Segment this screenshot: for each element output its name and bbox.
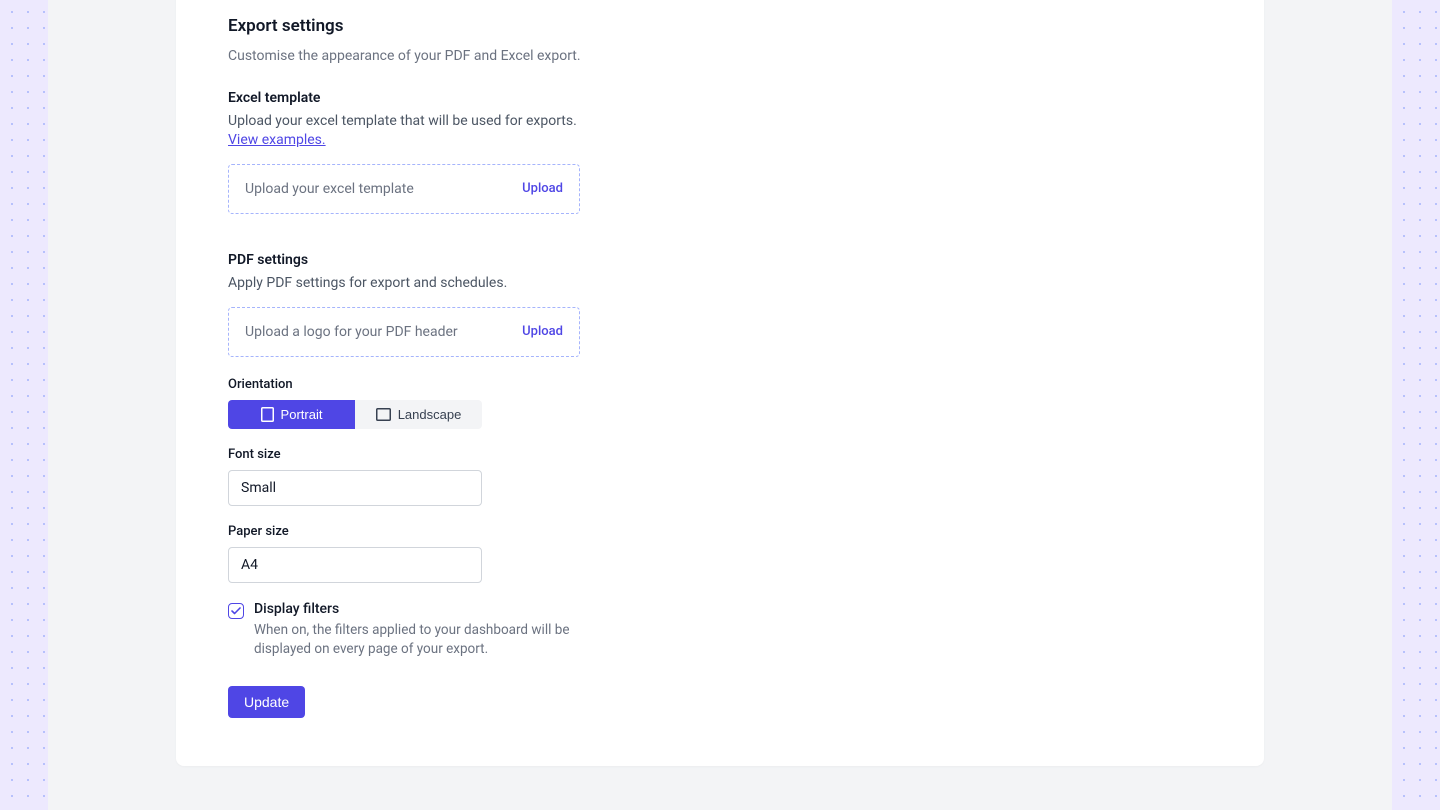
excel-template-desc-text: Upload your excel template that will be … (228, 113, 577, 129)
display-filters-desc: When on, the filters applied to your das… (254, 621, 588, 659)
orientation-landscape-button[interactable]: Landscape (355, 400, 482, 429)
pdf-settings-title: PDF settings (228, 252, 1212, 268)
orientation-portrait-button[interactable]: Portrait (228, 400, 355, 429)
landscape-icon (376, 408, 391, 421)
pdf-logo-upload-placeholder: Upload a logo for your PDF header (245, 324, 458, 340)
export-settings-title: Export settings (228, 16, 1212, 36)
excel-template-desc: Upload your excel template that will be … (228, 112, 1212, 150)
orientation-landscape-label: Landscape (398, 407, 462, 422)
update-button[interactable]: Update (228, 686, 305, 718)
pdf-logo-upload-button[interactable]: Upload (522, 324, 563, 339)
papersize-label: Paper size (228, 524, 1212, 539)
excel-template-title: Excel template (228, 90, 1212, 106)
view-examples-link[interactable]: View examples. (228, 132, 326, 148)
export-settings-desc: Customise the appearance of your PDF and… (228, 48, 1212, 64)
excel-upload-button[interactable]: Upload (522, 181, 563, 196)
excel-upload-placeholder: Upload your excel template (245, 181, 414, 197)
papersize-select[interactable]: A4 (228, 547, 482, 583)
excel-upload-box[interactable]: Upload your excel template Upload (228, 164, 580, 214)
portrait-icon (261, 407, 274, 422)
fontsize-label: Font size (228, 447, 1212, 462)
check-icon (231, 607, 241, 615)
orientation-segmented-control: Portrait Landscape (228, 400, 482, 429)
orientation-portrait-label: Portrait (281, 407, 323, 422)
display-filters-label: Display filters (254, 601, 588, 617)
pdf-settings-desc: Apply PDF settings for export and schedu… (228, 274, 1212, 293)
fontsize-select[interactable]: Small (228, 470, 482, 506)
orientation-label: Orientation (228, 377, 1212, 392)
pdf-logo-upload-box[interactable]: Upload a logo for your PDF header Upload (228, 307, 580, 357)
settings-card: Export settings Customise the appearance… (176, 0, 1264, 766)
display-filters-checkbox[interactable] (228, 603, 244, 619)
